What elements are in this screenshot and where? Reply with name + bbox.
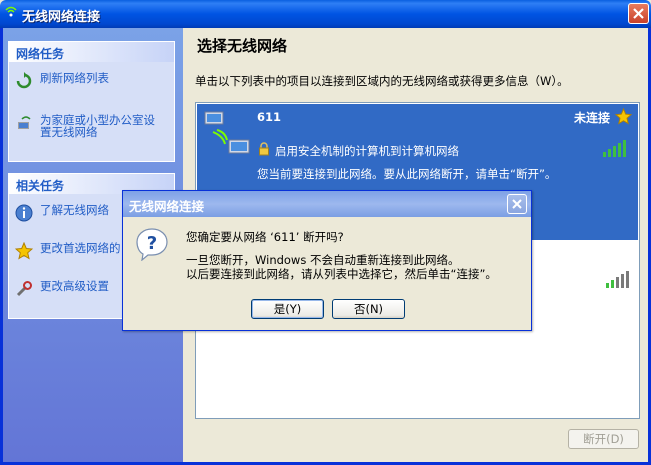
- refresh-network-list-label: 刷新网络列表: [40, 71, 109, 85]
- network-tasks-panel: 网络任务 刷新网络列表 为家庭或小型办公室设 置无线网络: [8, 41, 175, 162]
- learn-wireless-link[interactable]: 了解无线网络: [15, 204, 109, 222]
- change-advanced-settings-label: 更改高级设置: [40, 279, 109, 293]
- yes-button[interactable]: 是(Y): [251, 299, 324, 319]
- signal-strength-icon: [603, 140, 626, 157]
- disconnect-confirm-dialog: 无线网络连接 ? 您确定要从网络 ‘611’ 断开吗? 一旦您断开，Window…: [122, 190, 532, 331]
- change-preferred-network-label: 更改首选网络的: [40, 241, 121, 255]
- star-icon: [15, 242, 33, 260]
- learn-wireless-label: 了解无线网络: [40, 203, 109, 217]
- dialog-titlebar[interactable]: 无线网络连接: [123, 191, 531, 217]
- dialog-question: 您确定要从网络 ‘611’ 断开吗?: [186, 230, 344, 244]
- network-status: 未连接: [573, 111, 610, 125]
- info-icon: [15, 204, 33, 222]
- refresh-icon: [16, 72, 32, 89]
- refresh-network-list-link[interactable]: 刷新网络列表: [15, 72, 109, 90]
- network-tasks-header: 网络任务: [9, 42, 174, 62]
- signal-strength-icon: [606, 271, 629, 288]
- change-advanced-settings-link[interactable]: 更改高级设置: [15, 280, 109, 298]
- dialog-close-button[interactable]: [507, 194, 527, 214]
- wireless-network-icon: [5, 6, 17, 17]
- close-icon: [512, 199, 522, 209]
- window-title: 无线网络连接: [22, 10, 101, 25]
- no-button[interactable]: 否(N): [332, 299, 405, 319]
- svg-text:?: ?: [147, 233, 157, 254]
- network-security-text: 启用安全机制的计算机到计算机网络: [275, 144, 459, 158]
- wireless-setup-icon: [18, 116, 31, 129]
- preferred-star-icon: [615, 108, 632, 125]
- close-icon: [633, 8, 644, 19]
- window-close-button[interactable]: [628, 3, 649, 24]
- change-preferred-network-link[interactable]: 更改首选网络的: [15, 242, 121, 260]
- setup-wireless-network-link[interactable]: 为家庭或小型办公室设 置无线网络: [15, 114, 155, 138]
- window-titlebar[interactable]: 无线网络连接: [0, 0, 651, 28]
- settings-icon: [16, 281, 32, 297]
- dialog-message-line2: 以后要连接到此网络，请从列表中选择它，然后单击“连接”。: [186, 267, 497, 281]
- dialog-title: 无线网络连接: [129, 199, 205, 214]
- instruction-text: 单击以下列表中的项目以连接到区域内的无线网络或获得更多信息（W）。: [195, 74, 569, 88]
- page-title: 选择无线网络: [197, 37, 288, 55]
- lock-icon: [259, 142, 269, 156]
- network-name: 611: [257, 110, 282, 124]
- setup-wireless-network-label: 为家庭或小型办公室设 置无线网络: [40, 113, 155, 139]
- computer-network-icon: [204, 111, 250, 154]
- disconnect-button[interactable]: 断开(D): [568, 429, 639, 449]
- network-connection-note: 您当前要连接到此网络。要从此网络断开，请单击“断开”。: [257, 167, 557, 181]
- question-icon: ?: [136, 228, 168, 261]
